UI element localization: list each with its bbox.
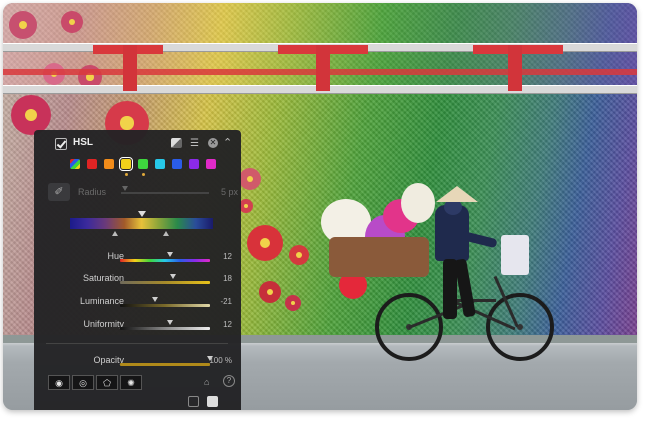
mask-brush-button[interactable]: ✺: [120, 375, 142, 390]
mural-flower: [259, 281, 281, 303]
radius-value: 5 px: [221, 187, 239, 197]
hue-value: 12: [223, 252, 232, 261]
mask-circle-button[interactable]: ◉: [48, 375, 70, 390]
range-end-marker[interactable]: [163, 231, 169, 236]
mural-flower: [247, 225, 283, 261]
luminance-value: -21: [220, 297, 232, 306]
saturation-label: Saturation: [82, 273, 124, 283]
saturation-slider-knob[interactable]: [170, 274, 177, 279]
bike-front-wheel: [486, 293, 554, 361]
panel-divider: [46, 343, 228, 344]
opacity-slider[interactable]: [120, 363, 210, 366]
swatch-active-dot: [125, 173, 128, 176]
panel-title: HSL: [73, 137, 93, 148]
color-swatch[interactable]: [119, 157, 133, 171]
railing-post: [123, 45, 137, 91]
hsl-enable-checkbox[interactable]: [55, 138, 67, 150]
saturation-value: 18: [223, 274, 232, 283]
saturation-slider[interactable]: [120, 281, 210, 284]
flower-bouquet: [401, 183, 435, 223]
compare-icon[interactable]: [171, 138, 182, 148]
mural-flower: [11, 95, 51, 135]
vendor-conical-hat: [436, 186, 478, 202]
luminance-slider-knob[interactable]: [152, 297, 159, 302]
color-swatch[interactable]: [172, 159, 182, 169]
flower-basket: [329, 237, 429, 277]
hue-slider-knob[interactable]: [167, 252, 174, 257]
opacity-value: 100 %: [209, 356, 232, 365]
mural-flower: [239, 168, 261, 190]
railing-post: [508, 45, 522, 91]
radius-slider[interactable]: [121, 192, 209, 194]
luminance-label: Luminance: [79, 296, 124, 306]
apply-checkbox[interactable]: [207, 396, 218, 407]
mask-settings-icon[interactable]: ⌂: [204, 377, 209, 387]
vendor-bag: [501, 235, 529, 275]
uniformity-slider[interactable]: [120, 327, 210, 330]
mural-flower: [289, 245, 309, 265]
mural-flower: [285, 295, 301, 311]
range-center-marker[interactable]: [138, 211, 146, 217]
railing-post: [316, 45, 330, 91]
color-swatch[interactable]: [138, 159, 148, 169]
mask-lasso-button[interactable]: ⬠: [96, 375, 118, 390]
mask-eye-button[interactable]: ◎: [72, 375, 94, 390]
menu-icon[interactable]: ☰: [190, 138, 199, 149]
color-swatch[interactable]: [206, 159, 216, 169]
hue-slider[interactable]: [120, 259, 210, 262]
screenshot-frame: HSL ☰ ✕ ⌃ ✐ Radius 5 px Hue 12 Saturatio…: [3, 3, 637, 410]
mask-overlay-toggle[interactable]: [188, 396, 199, 407]
luminance-slider[interactable]: [120, 304, 210, 307]
mural-flower: [239, 199, 253, 213]
radius-slider-knob[interactable]: [122, 186, 128, 191]
color-swatch[interactable]: [104, 159, 114, 169]
mural-flower: [61, 11, 83, 33]
range-start-marker[interactable]: [112, 231, 118, 236]
uniformity-label: Uniformity: [83, 319, 124, 329]
eyedropper-icon[interactable]: ✐: [48, 183, 70, 201]
uniformity-value: 12: [223, 320, 232, 329]
help-icon[interactable]: ?: [223, 375, 235, 387]
uniformity-slider-knob[interactable]: [167, 320, 174, 325]
close-icon[interactable]: ✕: [208, 138, 218, 148]
radius-label: Radius: [78, 187, 107, 197]
hsl-panel: HSL ☰ ✕ ⌃ ✐ Radius 5 px Hue 12 Saturatio…: [34, 130, 241, 410]
color-swatch[interactable]: [70, 159, 80, 169]
mural-flower: [9, 11, 37, 39]
hue-range-spectrum[interactable]: [70, 218, 213, 229]
color-swatch[interactable]: [87, 159, 97, 169]
color-swatch[interactable]: [189, 159, 199, 169]
swatch-active-dot: [142, 173, 145, 176]
chevron-up-icon[interactable]: ⌃: [223, 136, 232, 149]
color-swatch[interactable]: [155, 159, 165, 169]
